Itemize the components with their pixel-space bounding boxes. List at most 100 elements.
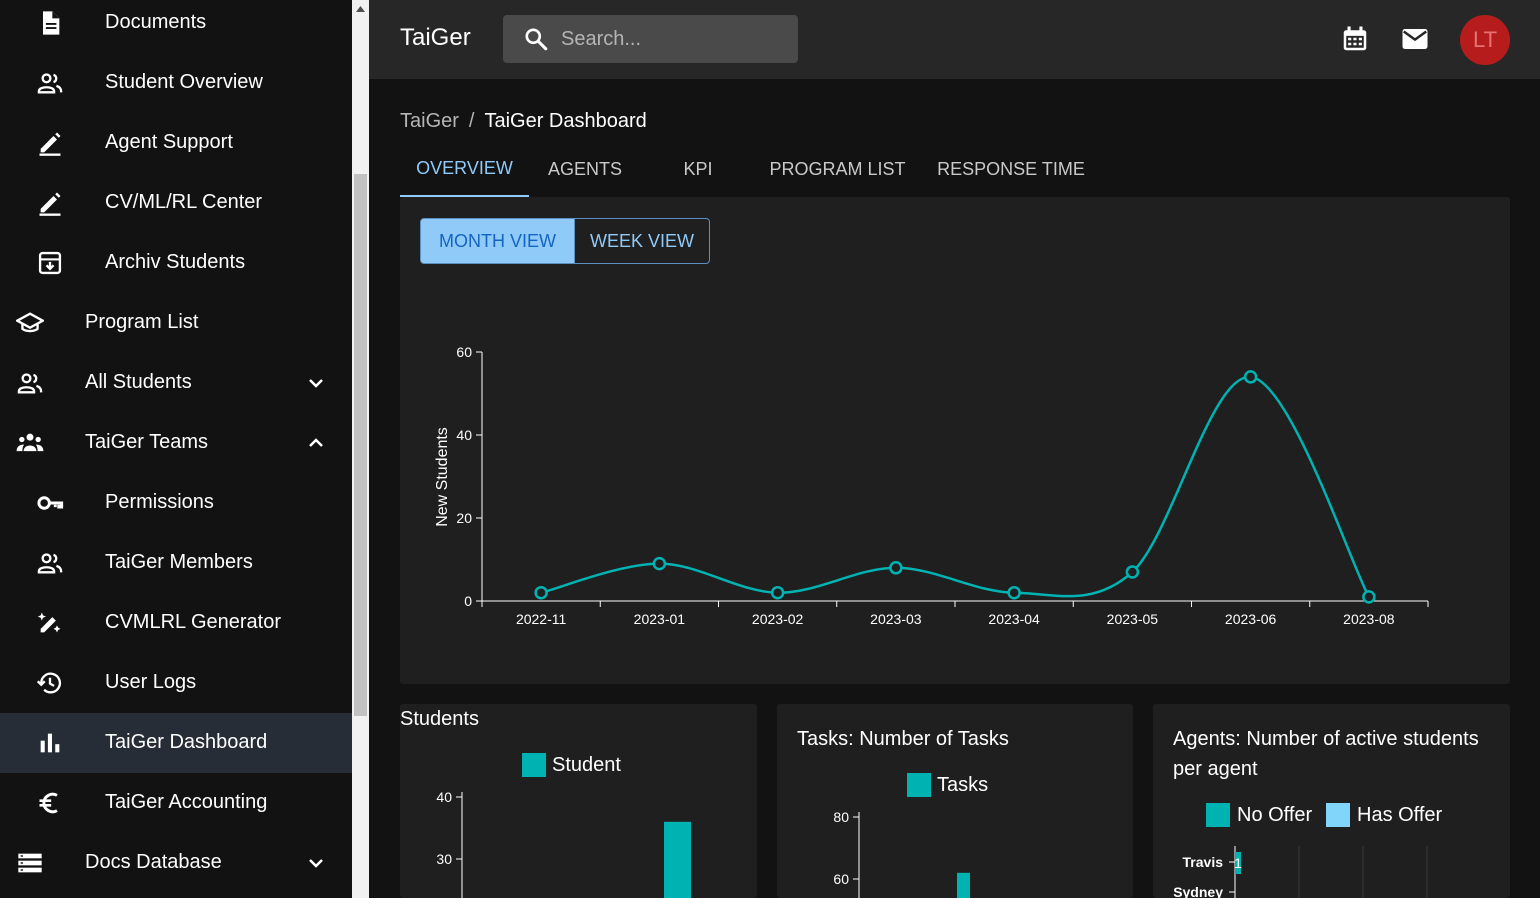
sidebar: Documents Student Overview Agent Support CV… (0, 0, 352, 898)
y-tick-label: 40 (436, 789, 452, 805)
chevron-up-icon[interactable] (304, 431, 328, 455)
top-app-bar: TaiGer LT (369, 0, 1540, 79)
mail-icon[interactable] (1400, 24, 1430, 54)
sidebar-item-label: TaiGer Members (105, 551, 253, 573)
y-tick-label: 0 (464, 593, 472, 609)
sidebar-item-permissions[interactable]: Permissions (0, 473, 352, 533)
sidebar-item-cv-ml-rl-center[interactable]: CV/ML/RL Center (0, 173, 352, 233)
key-icon (35, 488, 65, 518)
sidebar-item-label: CV/ML/RL Center (105, 191, 263, 213)
sidebar-item-label: Documents (105, 11, 207, 33)
people-icon (35, 548, 65, 578)
y-tick-label: 30 (436, 851, 452, 867)
breadcrumb: TaiGer / TaiGer Dashboard (400, 110, 647, 133)
tab-program-list[interactable]: PROGRAM LIST (755, 142, 920, 197)
data-point (534, 585, 548, 600)
people-icon (15, 368, 45, 398)
x-tick-label: 2023-08 (1343, 611, 1395, 627)
bar-chart-icon (35, 728, 65, 758)
scroll-up-arrow-icon[interactable] (352, 0, 369, 17)
breadcrumb-root-link[interactable]: TaiGer (400, 110, 459, 133)
document-icon (35, 8, 65, 38)
app-brand[interactable]: TaiGer (400, 24, 471, 52)
new-students-panel: MONTH VIEW WEEK VIEW 0 20 40 60 2022-11 2023-… (400, 197, 1510, 684)
tab-overview[interactable]: OVERVIEW (400, 142, 529, 197)
sidebar-item-student-overview[interactable]: Student Overview (0, 53, 352, 113)
tasks-bar-chart: 60 80 (833, 809, 970, 898)
sidebar-item-label: Agent Support (105, 131, 233, 153)
search-box[interactable] (503, 15, 798, 63)
students-bar-chart: 30 40 (436, 789, 691, 898)
x-tick-label: 2022-11 (516, 611, 567, 627)
sidebar-item-label: Student Overview (105, 71, 263, 93)
search-icon (525, 28, 548, 51)
sidebar-item-archiv-students[interactable]: Archiv Students (0, 233, 352, 293)
sidebar-item-user-logs[interactable]: User Logs (0, 653, 352, 713)
x-tick-label: 2023-01 (634, 611, 686, 627)
sidebar-item-docs-database[interactable]: Docs Database (0, 833, 352, 893)
main-area: TaiGer LT TaiGer / TaiGer Dashboard OVER… (369, 0, 1540, 898)
sidebar-item-label: Docs Database (85, 851, 222, 873)
y-tick-label: 20 (456, 510, 472, 526)
sidebar-item-label: All Students (85, 371, 192, 393)
magic-edit-icon (35, 608, 65, 638)
chevron-down-icon[interactable] (304, 371, 328, 395)
sidebar-item-program-list[interactable]: Program List (0, 293, 352, 353)
sidebar-item-all-students[interactable]: All Students (0, 353, 352, 413)
dashboard-tabs: OVERVIEW AGENTS KPI PROGRAM LIST RESPONS… (400, 142, 1510, 197)
euro-icon (35, 788, 65, 818)
tasks-card: Tasks: Number of Tasks Tasks 60 80 (777, 704, 1133, 898)
agents-bar-chart: Travis Sydney 1 (1173, 846, 1428, 898)
tab-agents[interactable]: AGENTS (529, 142, 641, 197)
user-avatar[interactable]: LT (1460, 15, 1510, 65)
x-tick-label: 2023-04 (988, 611, 1040, 627)
data-point (1243, 370, 1258, 384)
breadcrumb-separator: / (468, 110, 475, 132)
groups-icon (15, 428, 45, 458)
agents-card: Agents: Number of active students per ag… (1153, 704, 1510, 898)
sidebar-item-cvmlrl-generator[interactable]: CVMLRL Generator (0, 593, 352, 653)
sidebar-item-taiger-accounting[interactable]: TaiGer Accounting (0, 773, 352, 833)
data-point (1125, 565, 1140, 579)
edit-icon (35, 128, 65, 158)
sidebar-item-label: TaiGer Teams (85, 431, 209, 453)
y-tick-label: 60 (456, 344, 472, 360)
y-tick-label: Sydney (1173, 884, 1223, 898)
y-tick-label: Travis (1183, 854, 1224, 870)
search-input[interactable] (561, 15, 791, 63)
sidebar-item-label: User Logs (105, 671, 197, 693)
sidebar-item-taiger-members[interactable]: TaiGer Members (0, 533, 352, 593)
people-icon (35, 68, 65, 98)
sidebar-item-agent-support[interactable]: Agent Support (0, 113, 352, 173)
history-icon (35, 668, 65, 698)
calendar-icon[interactable] (1340, 24, 1370, 54)
storage-icon (15, 848, 45, 878)
tab-response-time[interactable]: RESPONSE TIME (920, 142, 1102, 197)
sidebar-item-label: Permissions (105, 491, 214, 513)
school-icon (15, 308, 45, 338)
bar-tasks (957, 872, 970, 898)
sidebar-item-label: TaiGer Dashboard (105, 731, 268, 753)
sidebar-item-label: CVMLRL Generator (105, 611, 281, 633)
tab-kpi[interactable]: KPI (641, 142, 755, 197)
x-tick-label: 2023-05 (1107, 611, 1159, 627)
breadcrumb-current: TaiGer Dashboard (484, 110, 647, 132)
sidebar-item-documents[interactable]: Documents (0, 0, 352, 53)
sidebar-item-label: Program List (85, 311, 199, 333)
y-tick-label: 40 (456, 427, 472, 443)
x-tick-label: 2023-06 (1225, 611, 1277, 627)
scrollbar-thumb[interactable] (354, 174, 367, 716)
new-students-line-chart: 0 20 40 60 2022-11 2023-01 2023-02 2023-03 2023-… (434, 344, 1429, 627)
data-point (652, 556, 667, 571)
data-point (770, 585, 785, 600)
chevron-down-icon[interactable] (304, 851, 328, 875)
students-card: Students Student 30 40 (400, 704, 757, 898)
x-tick-label: 2023-02 (752, 611, 804, 627)
y-tick-label: 80 (833, 809, 849, 825)
sidebar-item-taiger-teams[interactable]: TaiGer Teams (0, 413, 352, 473)
data-point (1007, 585, 1021, 600)
sidebar-item-taiger-dashboard[interactable]: TaiGer Dashboard (0, 713, 352, 773)
data-point (889, 561, 903, 575)
sidebar-item-label: TaiGer Accounting (105, 791, 268, 813)
bar-student (664, 821, 691, 898)
